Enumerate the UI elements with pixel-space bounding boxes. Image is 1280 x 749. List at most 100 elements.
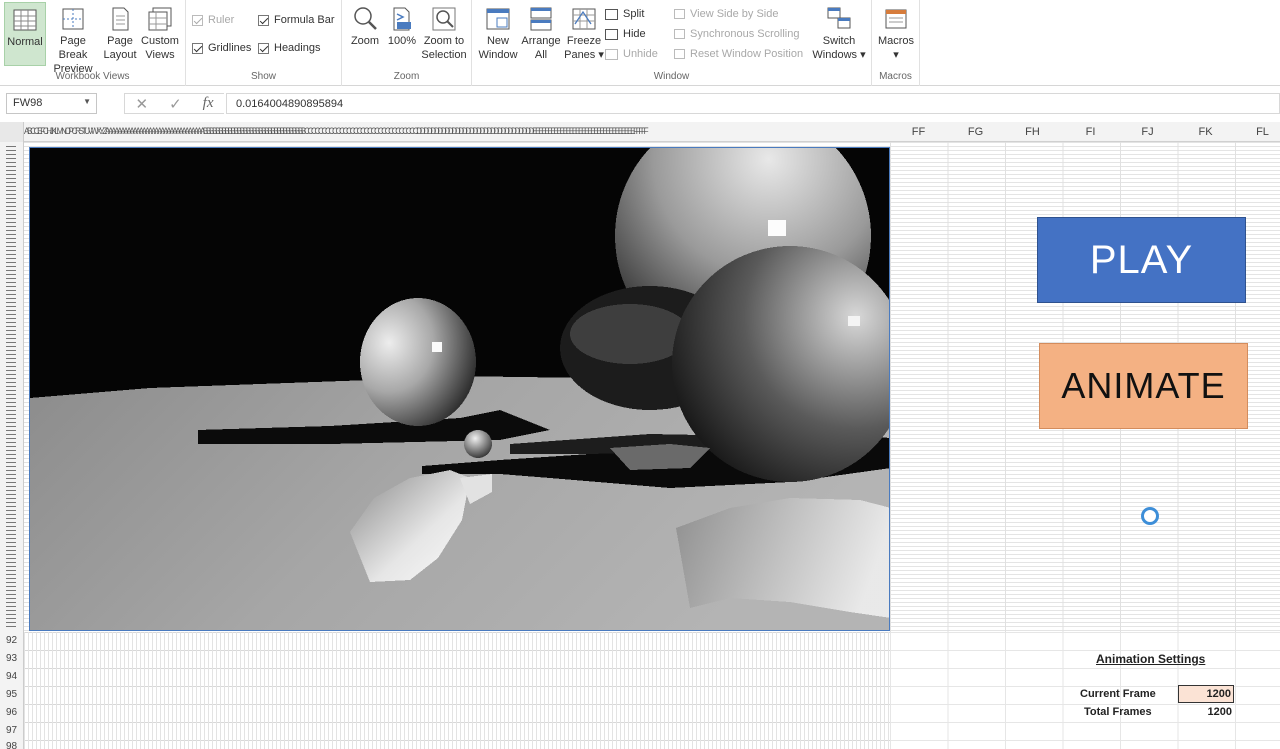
workbook-views-group: Normal Page Break Preview Page Layout Cu… bbox=[0, 0, 186, 86]
animate-button[interactable]: ANIMATE bbox=[1039, 343, 1248, 429]
zoom-button[interactable]: Zoom bbox=[346, 2, 384, 66]
reset-window-position-button[interactable]: Reset Window Position bbox=[674, 46, 803, 62]
select-all-corner[interactable] bbox=[0, 122, 24, 142]
formula-bar-check-icon bbox=[258, 14, 269, 26]
sync-scroll-label: Synchronous Scrolling bbox=[690, 28, 800, 40]
ribbon-view-tab: Normal Page Break Preview Page Layout Cu… bbox=[0, 0, 1280, 86]
zoom-to-selection-button[interactable]: Zoom to Selection bbox=[420, 2, 468, 66]
formula-bar-checkbox[interactable]: Formula Bar bbox=[258, 12, 335, 28]
total-frames-label: Total Frames bbox=[1084, 706, 1152, 718]
workbook-views-label: Workbook Views bbox=[55, 71, 130, 82]
headings-checkbox[interactable]: Headings bbox=[258, 40, 320, 56]
column-fj[interactable]: FJ bbox=[1119, 126, 1176, 138]
column-fl[interactable]: FL bbox=[1234, 126, 1280, 138]
headings-check-icon bbox=[258, 42, 269, 54]
ruler-checkbox[interactable]: Ruler bbox=[192, 12, 234, 28]
hide-label: Hide bbox=[623, 28, 646, 40]
page-break-preview-button[interactable]: Page Break Preview bbox=[46, 2, 100, 75]
name-box[interactable]: FW98 ▼ bbox=[6, 93, 97, 114]
macros-label: Macros bbox=[877, 35, 915, 47]
macros-group: Macros ▾ Macros bbox=[872, 0, 920, 86]
show-label: Show bbox=[250, 71, 276, 82]
current-frame-cell[interactable]: 1200 bbox=[1178, 685, 1234, 703]
arrange-all-button[interactable]: Arrange All bbox=[520, 2, 562, 66]
column-fk[interactable]: FK bbox=[1177, 126, 1234, 138]
column-fg[interactable]: FG bbox=[947, 126, 1004, 138]
total-frames-cell[interactable]: 1200 bbox=[1178, 704, 1234, 722]
cancel-icon[interactable]: ✕ bbox=[136, 95, 149, 113]
side-by-side-label: View Side by Side bbox=[690, 8, 779, 20]
arrange-all-line1: Arrange bbox=[521, 35, 561, 47]
hide-icon bbox=[605, 28, 618, 40]
gridlines-checkbox[interactable]: Gridlines bbox=[192, 40, 251, 56]
row-94[interactable]: 94 bbox=[0, 671, 23, 682]
gridlines-check-icon bbox=[192, 42, 203, 54]
formula-input[interactable]: 0.0164004890895894 bbox=[226, 93, 1280, 114]
headings-label: Headings bbox=[274, 42, 321, 54]
insert-function-icon[interactable]: fx bbox=[203, 95, 214, 112]
row-93[interactable]: 93 bbox=[0, 653, 23, 664]
normal-view-label: Normal bbox=[7, 36, 43, 48]
zoom-100-icon bbox=[389, 6, 415, 32]
custom-views-icon bbox=[147, 6, 173, 32]
normal-view-icon bbox=[12, 7, 38, 33]
normal-view-button[interactable]: Normal bbox=[4, 2, 46, 66]
row-92[interactable]: 92 bbox=[0, 635, 23, 646]
narrow-column-labels[interactable]: ABCCEFCHIJKLMNOPCRSTUVWXYZAAAAAAAAAAAAAA… bbox=[24, 126, 803, 138]
zoom-100-label: 100% bbox=[387, 35, 417, 47]
zoom-group-label: Zoom bbox=[393, 71, 420, 82]
new-window-button[interactable]: New Window bbox=[478, 2, 518, 66]
zoom-100-button[interactable]: 100% bbox=[386, 2, 418, 66]
custom-views-line2: Views bbox=[145, 49, 175, 61]
row-95[interactable]: 95 bbox=[0, 689, 23, 700]
split-label: Split bbox=[623, 8, 645, 20]
page-layout-line2: Layout bbox=[103, 49, 137, 61]
page-break-preview-icon bbox=[60, 6, 86, 32]
ruler-check-icon bbox=[192, 14, 203, 26]
formula-bar: FW98 ▼ ✕ ✓ fx 0.0164004890895894 bbox=[0, 90, 1280, 118]
macros-button[interactable]: Macros ▾ bbox=[876, 2, 916, 66]
switch-windows-icon bbox=[826, 6, 852, 32]
enter-icon[interactable]: ✓ bbox=[169, 95, 182, 113]
switch-windows-line2: Windows ▾ bbox=[812, 49, 866, 61]
column-fh[interactable]: FH bbox=[1004, 126, 1061, 138]
new-window-line2: Window bbox=[478, 49, 518, 61]
switch-windows-button[interactable]: Switch Windows ▾ bbox=[812, 2, 866, 66]
show-group: Ruler Formula Bar Gridlines Headings Sho… bbox=[186, 0, 342, 86]
synchronous-scrolling-button[interactable]: Synchronous Scrolling bbox=[674, 26, 799, 42]
zoom-group: Zoom 100% Zoom to Selection Zoom bbox=[342, 0, 472, 86]
unhide-button[interactable]: Unhide bbox=[605, 46, 658, 62]
split-icon bbox=[605, 8, 618, 20]
row-97[interactable]: 97 bbox=[0, 725, 23, 736]
freeze-panes-button[interactable]: Freeze Panes ▾ bbox=[564, 2, 604, 66]
name-box-dropdown-icon[interactable]: ▼ bbox=[83, 97, 91, 106]
animation-settings-title: Animation Settings bbox=[1096, 652, 1206, 666]
view-side-by-side-button[interactable]: View Side by Side bbox=[674, 6, 778, 22]
switch-windows-line1: Switch bbox=[822, 35, 856, 47]
row-98[interactable]: 98 bbox=[0, 741, 23, 749]
arrange-all-line2: All bbox=[534, 49, 548, 61]
current-frame-label: Current Frame bbox=[1080, 688, 1156, 700]
column-ff[interactable]: FF bbox=[890, 126, 947, 138]
split-button[interactable]: Split bbox=[605, 6, 644, 22]
freeze-panes-line1: Freeze bbox=[566, 35, 602, 47]
column-fi[interactable]: FI bbox=[1062, 126, 1119, 138]
raytraced-scene[interactable] bbox=[29, 147, 890, 631]
zoom-selection-line1: Zoom to bbox=[423, 35, 465, 47]
page-layout-button[interactable]: Page Layout bbox=[102, 2, 138, 66]
new-window-line1: New bbox=[486, 35, 509, 47]
arrange-all-icon bbox=[528, 6, 554, 32]
freeze-panes-line2: Panes ▾ bbox=[564, 49, 604, 61]
column-header: ABCCEFCHIJKLMNOPCRSTUVWXYZAAAAAAAAAAAAAA… bbox=[0, 122, 1280, 142]
page-layout-line1: Page bbox=[107, 35, 133, 47]
new-window-icon bbox=[485, 6, 511, 32]
macros-group-label: Macros bbox=[879, 71, 912, 82]
hide-button[interactable]: Hide bbox=[605, 26, 646, 42]
unhide-icon bbox=[605, 48, 618, 60]
compressed-row-ticks[interactable] bbox=[6, 146, 16, 628]
row-96[interactable]: 96 bbox=[0, 707, 23, 718]
play-button[interactable]: PLAY bbox=[1037, 217, 1246, 303]
cell-grid-lower[interactable] bbox=[24, 632, 890, 749]
custom-views-button[interactable]: Custom Views bbox=[139, 2, 181, 66]
sync-scroll-icon bbox=[674, 29, 685, 39]
